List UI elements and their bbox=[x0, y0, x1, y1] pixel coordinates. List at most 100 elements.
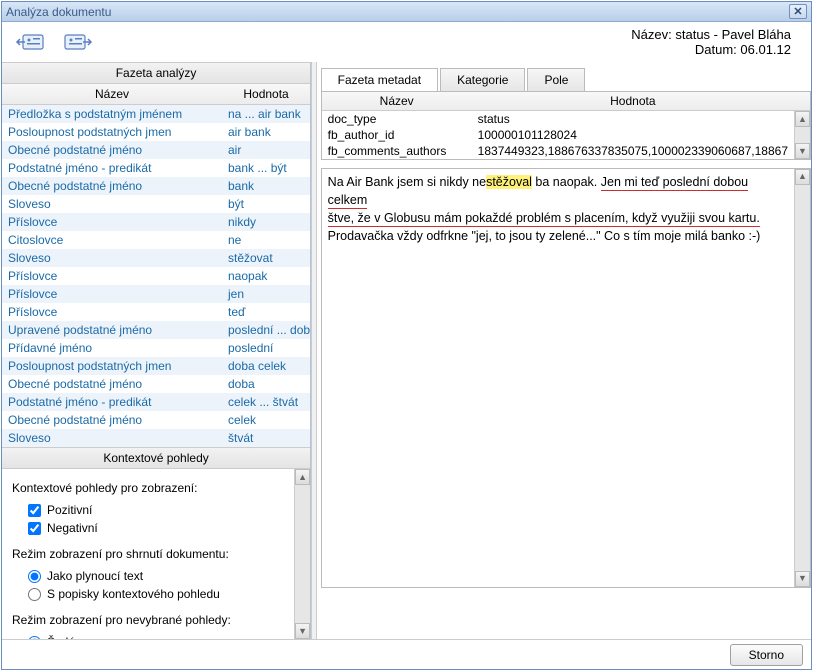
facet-row[interactable]: Podstatné jméno - predikátbank ... být bbox=[2, 159, 310, 177]
facet-cell-value: jen bbox=[222, 285, 310, 303]
negative-checkbox[interactable] bbox=[28, 522, 41, 535]
text-scrollbar[interactable]: ▲ ▼ bbox=[794, 169, 810, 587]
meta-col-end bbox=[794, 92, 810, 110]
facet-section-header: Fazeta analýzy bbox=[2, 62, 310, 84]
meta-row[interactable]: doc_typestatus bbox=[322, 111, 794, 127]
facet-row[interactable]: Přídavné jménoposlední bbox=[2, 339, 310, 357]
scroll-down-icon[interactable]: ▼ bbox=[295, 623, 310, 639]
facet-cell-value: teď bbox=[222, 303, 310, 321]
facet-cell-name: Podstatné jméno - predikát bbox=[2, 393, 222, 411]
meta-cell-name: doc_type bbox=[322, 111, 472, 127]
close-button[interactable]: ✕ bbox=[789, 4, 807, 19]
facet-row[interactable]: Obecné podstatné jménodoba bbox=[2, 375, 310, 393]
facet-row[interactable]: Slovesobýt bbox=[2, 195, 310, 213]
facet-cell-name: Obecné podstatné jméno bbox=[2, 141, 222, 159]
facet-cell-name: Předložka s podstatným jménem bbox=[2, 105, 222, 123]
scroll-down-icon[interactable]: ▼ bbox=[795, 143, 810, 159]
facet-cell-value: nikdy bbox=[222, 213, 310, 231]
facet-row[interactable]: Předložka s podstatným jménemna ... air … bbox=[2, 105, 310, 123]
grey-label: Šedé bbox=[47, 635, 75, 639]
right-panel: Fazeta metadat Kategorie Pole Název Hodn… bbox=[317, 62, 811, 639]
facet-cell-name: Příslovce bbox=[2, 267, 222, 285]
facet-cell-value: bank bbox=[222, 177, 310, 195]
facet-cell-value: celek bbox=[222, 411, 310, 429]
meta-rows[interactable]: doc_typestatusfb_author_id10000010112802… bbox=[322, 111, 794, 159]
facet-cell-name: Posloupnost podstatných jmen bbox=[2, 123, 222, 141]
facet-cell-name: Upravené podstatné jméno bbox=[2, 321, 222, 339]
document-text: Na Air Bank jsem si nikdy nestěžoval ba … bbox=[328, 173, 804, 246]
meta-scrollbar[interactable]: ▲ ▼ bbox=[794, 111, 810, 159]
negative-label: Negativní bbox=[47, 521, 98, 535]
facet-cell-value: air bbox=[222, 141, 310, 159]
meta-col-name: Název bbox=[322, 92, 472, 110]
text-segment: Na Air Bank jsem si nikdy ne bbox=[328, 175, 486, 189]
meta-row[interactable]: fb_comments_authors1837449323,1886763378… bbox=[322, 143, 794, 159]
scroll-up-icon[interactable]: ▲ bbox=[295, 469, 310, 485]
view-label: Kontextové pohledy pro zobrazení: bbox=[12, 481, 300, 495]
facet-row[interactable]: Obecné podstatné jménoair bbox=[2, 141, 310, 159]
facet-table-header: Název Hodnota bbox=[2, 84, 310, 105]
grey-radio[interactable] bbox=[28, 636, 41, 640]
scroll-up-icon[interactable]: ▲ bbox=[795, 169, 810, 185]
facet-cell-name: Příslovce bbox=[2, 213, 222, 231]
facet-table[interactable]: Předložka s podstatným jménemna ... air … bbox=[2, 105, 310, 447]
facet-row[interactable]: Slovesoštvát bbox=[2, 429, 310, 447]
facet-row[interactable]: Příslovcenikdy bbox=[2, 213, 310, 231]
footer: Storno bbox=[2, 639, 811, 669]
facet-row[interactable]: Posloupnost podstatných jmendoba celek bbox=[2, 357, 310, 375]
tabs: Fazeta metadat Kategorie Pole bbox=[321, 68, 811, 91]
tab-metadata[interactable]: Fazeta metadat bbox=[321, 68, 438, 91]
settings-panel: Kontextové pohledy pro zobrazení: Poziti… bbox=[2, 469, 310, 639]
scroll-up-icon[interactable]: ▲ bbox=[795, 111, 810, 127]
doc-name-label: Název: status - Pavel Bláha bbox=[631, 27, 791, 42]
facet-cell-name: Obecné podstatné jméno bbox=[2, 177, 222, 195]
prev-tool-button[interactable] bbox=[12, 30, 48, 54]
facet-row[interactable]: Obecné podstatné jménocelek bbox=[2, 411, 310, 429]
facet-row[interactable]: Posloupnost podstatných jmenair bank bbox=[2, 123, 310, 141]
next-tool-button[interactable] bbox=[60, 30, 96, 54]
content-area: Fazeta analýzy Název Hodnota Předložka s… bbox=[2, 62, 811, 639]
scroll-down-icon[interactable]: ▼ bbox=[795, 571, 810, 587]
tab-field[interactable]: Pole bbox=[527, 68, 585, 91]
facet-row[interactable]: Obecné podstatné jménobank bbox=[2, 177, 310, 195]
cancel-button[interactable]: Storno bbox=[730, 644, 803, 666]
settings-scrollbar[interactable]: ▲ ▼ bbox=[294, 469, 310, 639]
facet-cell-value: na ... air bank bbox=[222, 105, 310, 123]
facet-cell-value: bank ... být bbox=[222, 159, 310, 177]
withdesc-label: S popisky kontextového pohledu bbox=[47, 587, 220, 601]
facet-cell-value: doba bbox=[222, 375, 310, 393]
facet-cell-value: poslední ... doba bbox=[222, 321, 310, 339]
window-title: Analýza dokumentu bbox=[6, 5, 789, 19]
positive-checkbox[interactable] bbox=[28, 504, 41, 517]
positive-label: Pozitivní bbox=[47, 503, 92, 517]
meta-col-value: Hodnota bbox=[472, 92, 794, 110]
facet-row[interactable]: Upravené podstatné jménoposlední ... dob… bbox=[2, 321, 310, 339]
doc-date-label: Datum: 06.01.12 bbox=[631, 42, 791, 57]
titlebar: Analýza dokumentu ✕ bbox=[2, 2, 811, 22]
facet-row[interactable]: Příslovceteď bbox=[2, 303, 310, 321]
tab-category[interactable]: Kategorie bbox=[440, 68, 525, 91]
flowing-radio[interactable] bbox=[28, 570, 41, 583]
facet-cell-value: štvát bbox=[222, 429, 310, 447]
facet-row[interactable]: Citoslovcene bbox=[2, 231, 310, 249]
facet-cell-value: poslední bbox=[222, 339, 310, 357]
facet-row[interactable]: Slovesostěžovat bbox=[2, 249, 310, 267]
meta-cell-name: fb_comments_authors bbox=[322, 143, 472, 159]
facet-row[interactable]: Podstatné jméno - predikátcelek ... štvá… bbox=[2, 393, 310, 411]
facet-row[interactable]: Příslovcenaopak bbox=[2, 267, 310, 285]
facet-col-value: Hodnota bbox=[222, 84, 310, 104]
meta-row[interactable]: fb_author_id100000101128024 bbox=[322, 127, 794, 143]
text-panel: Na Air Bank jsem si nikdy nestěžoval ba … bbox=[321, 168, 811, 588]
facet-cell-name: Sloveso bbox=[2, 429, 222, 447]
facet-cell-value: doba celek bbox=[222, 357, 310, 375]
facet-cell-value: stěžovat bbox=[222, 249, 310, 267]
facet-row[interactable]: Příslovcejen bbox=[2, 285, 310, 303]
close-icon: ✕ bbox=[793, 5, 802, 18]
withdesc-radio[interactable] bbox=[28, 588, 41, 601]
facet-cell-name: Příslovce bbox=[2, 285, 222, 303]
text-segment: Prodavačka vždy odfrkne "jej, to jsou ty… bbox=[328, 229, 761, 243]
facet-cell-name: Posloupnost podstatných jmen bbox=[2, 357, 222, 375]
facet-col-name: Název bbox=[2, 84, 222, 104]
dialog-window: Analýza dokumentu ✕ Název: status - Pave… bbox=[1, 1, 812, 670]
facet-cell-name: Příslovce bbox=[2, 303, 222, 321]
